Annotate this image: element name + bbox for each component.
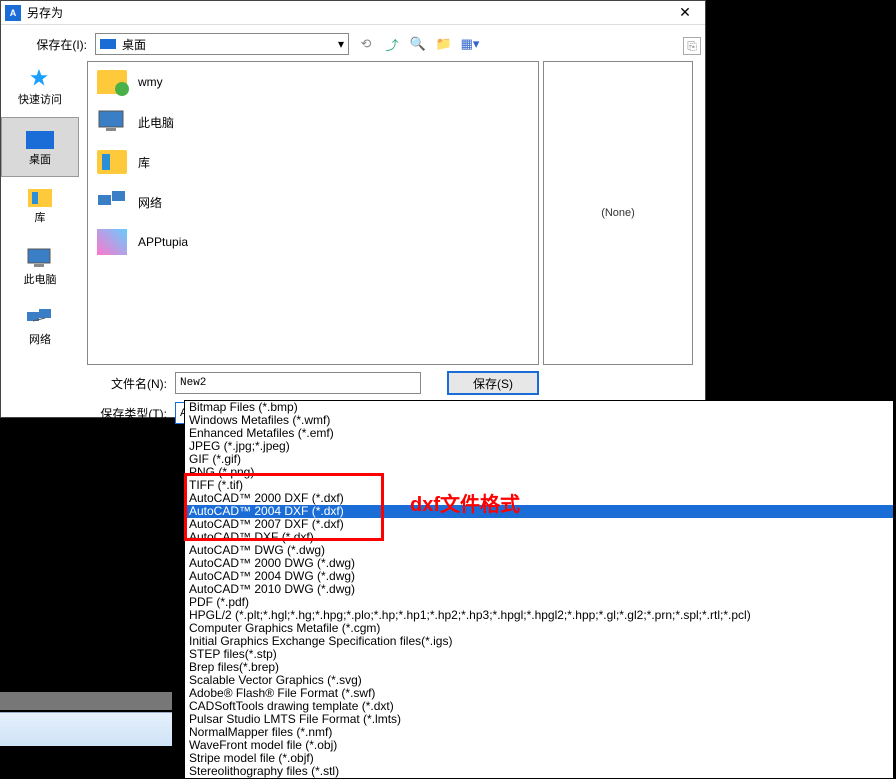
file-item[interactable]: 库 (88, 142, 538, 182)
lib-icon (28, 189, 52, 207)
file-label: 网络 (138, 194, 162, 211)
back-icon[interactable]: ⟲ (357, 35, 375, 53)
pc-icon (26, 247, 54, 269)
pc-icon (97, 109, 127, 136)
taskbar-preview (0, 692, 172, 710)
location-text: 桌面 (122, 36, 146, 53)
views-icon[interactable]: ▦▾ (461, 35, 479, 53)
close-button[interactable]: ✕ (665, 1, 705, 25)
network-icon (97, 189, 127, 216)
filename-label: 文件名(N): (1, 375, 167, 392)
file-list[interactable]: wmy 此电脑库网络 APPtupia (87, 61, 539, 365)
sidebar-label: 库 (35, 209, 46, 225)
sidebar-item-net[interactable]: 网络 (1, 297, 79, 357)
filetype-dropdown[interactable]: Bitmap Files (*.bmp)Windows Metafiles (*… (184, 400, 894, 779)
sidebar-item-desk[interactable]: 桌面 (1, 117, 79, 177)
file-item[interactable]: wmy (88, 62, 538, 102)
file-label: 库 (138, 154, 150, 171)
file-label: APPtupia (138, 235, 188, 249)
sidebar-label: 网络 (29, 331, 51, 347)
star-icon (26, 67, 54, 89)
dialog-title: 另存为 (27, 4, 665, 21)
filetype-option[interactable]: Enhanced Metafiles (*.emf) (185, 427, 893, 440)
sidebar-item-pc[interactable]: 此电脑 (1, 237, 79, 297)
save-as-dialog: A 另存为 ✕ ⎘ 保存在(I): 桌面 ▾ ⟲ ⤴ 🔍 📁 ▦▾ 快速访问桌面… (0, 0, 706, 418)
newfolder-icon[interactable]: 📁 (435, 35, 453, 53)
folder-user-icon (97, 70, 127, 94)
file-item[interactable]: APPtupia (88, 222, 538, 262)
file-label: 此电脑 (138, 114, 174, 131)
preview-pane: (None) (543, 61, 693, 365)
filetype-option[interactable]: Initial Graphics Exchange Specification … (185, 635, 893, 648)
desk-icon (26, 131, 54, 149)
filetype-option[interactable]: GIF (*.gif) (185, 453, 893, 466)
file-item[interactable]: 此电脑 (88, 102, 538, 142)
location-combo[interactable]: 桌面 ▾ (95, 33, 349, 55)
app-icon (97, 229, 127, 255)
annotation-text: dxf文件格式 (410, 488, 520, 517)
sidebar-item-lib[interactable]: 库 (1, 177, 79, 237)
sidebar-label: 快速访问 (18, 91, 62, 107)
net-icon (26, 307, 54, 329)
sidebar-label: 此电脑 (24, 271, 57, 287)
filetype-option[interactable]: AutoCAD™ 2010 DWG (*.dwg) (185, 583, 893, 596)
filetype-label: 保存类型(T): (1, 405, 167, 422)
filetype-option[interactable]: Stereolithography files (*.stl) (185, 765, 893, 778)
sidebar-item-star[interactable]: 快速访问 (1, 57, 79, 117)
library-icon (97, 150, 127, 174)
filename-input[interactable] (175, 372, 421, 394)
desktop-icon (100, 39, 116, 49)
location-toolbar: 保存在(I): 桌面 ▾ ⟲ ⤴ 🔍 📁 ▦▾ (1, 31, 705, 57)
pin-icon[interactable]: ⎘ (683, 37, 701, 55)
search-icon[interactable]: 🔍 (409, 35, 427, 53)
file-item[interactable]: 网络 (88, 182, 538, 222)
taskbar (0, 712, 172, 746)
preview-text: (None) (601, 207, 635, 219)
titlebar: A 另存为 ✕ (1, 1, 705, 25)
filetype-option[interactable]: STEP files(*.stp) (185, 648, 893, 661)
up-icon[interactable]: ⤴ (383, 35, 401, 53)
filetype-option[interactable]: PNG (*.png) (185, 466, 893, 479)
sidebar-label: 桌面 (29, 151, 51, 167)
filetype-option[interactable]: JPEG (*.jpg;*.jpeg) (185, 440, 893, 453)
places-sidebar: 快速访问桌面库此电脑网络 (1, 57, 79, 365)
app-icon: A (5, 5, 21, 21)
save-button[interactable]: 保存(S) (447, 371, 539, 395)
file-label: wmy (138, 75, 163, 89)
chevron-down-icon: ▾ (338, 37, 344, 51)
save-in-label: 保存在(I): (11, 36, 87, 53)
